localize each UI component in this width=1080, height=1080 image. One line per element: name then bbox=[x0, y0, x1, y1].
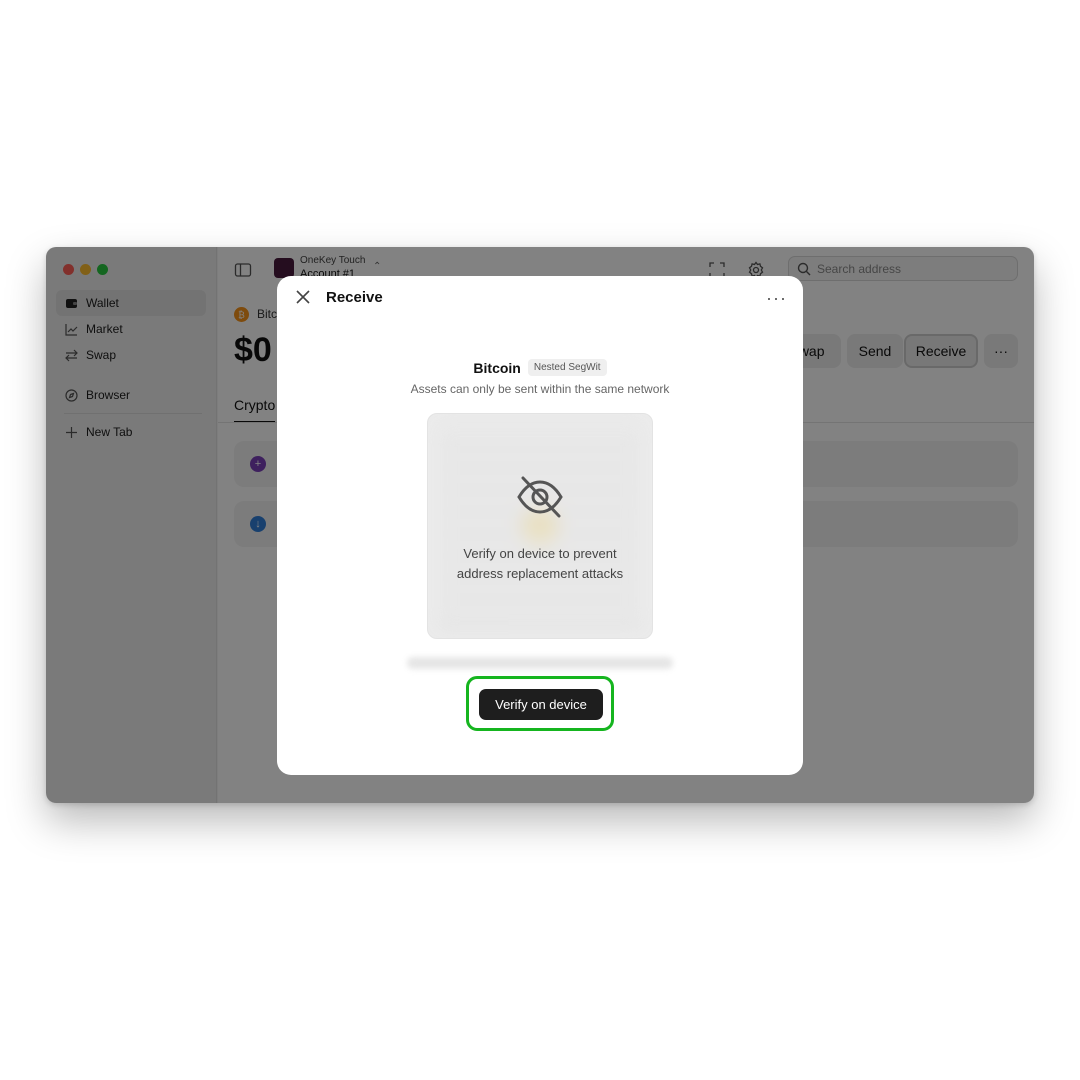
verify-on-device-button[interactable]: Verify on device bbox=[479, 689, 603, 720]
close-icon[interactable] bbox=[294, 288, 312, 306]
network-row: Bitcoin Nested SegWit bbox=[277, 359, 803, 376]
verify-warning-line-2: address replacement attacks bbox=[456, 566, 624, 581]
eye-slash-icon bbox=[515, 472, 565, 522]
highlight-outline: Verify on device bbox=[466, 676, 614, 731]
more-options-icon[interactable]: ··· bbox=[766, 288, 787, 309]
qr-code-placeholder: Verify on device to prevent address repl… bbox=[427, 413, 653, 639]
dialog-title: Receive bbox=[326, 289, 383, 306]
receive-dialog: Receive ··· Bitcoin Nested SegWit Assets… bbox=[277, 276, 803, 775]
network-name: Bitcoin bbox=[473, 359, 521, 376]
address-type-badge: Nested SegWit bbox=[527, 359, 607, 376]
blurred-qr-code bbox=[438, 424, 642, 628]
verify-warning-line-1: Verify on device to prevent bbox=[463, 546, 617, 561]
blurred-address bbox=[407, 657, 673, 669]
network-note: Assets can only be sent within the same … bbox=[410, 382, 670, 396]
verify-warning-text: Verify on device to prevent address repl… bbox=[428, 544, 652, 584]
